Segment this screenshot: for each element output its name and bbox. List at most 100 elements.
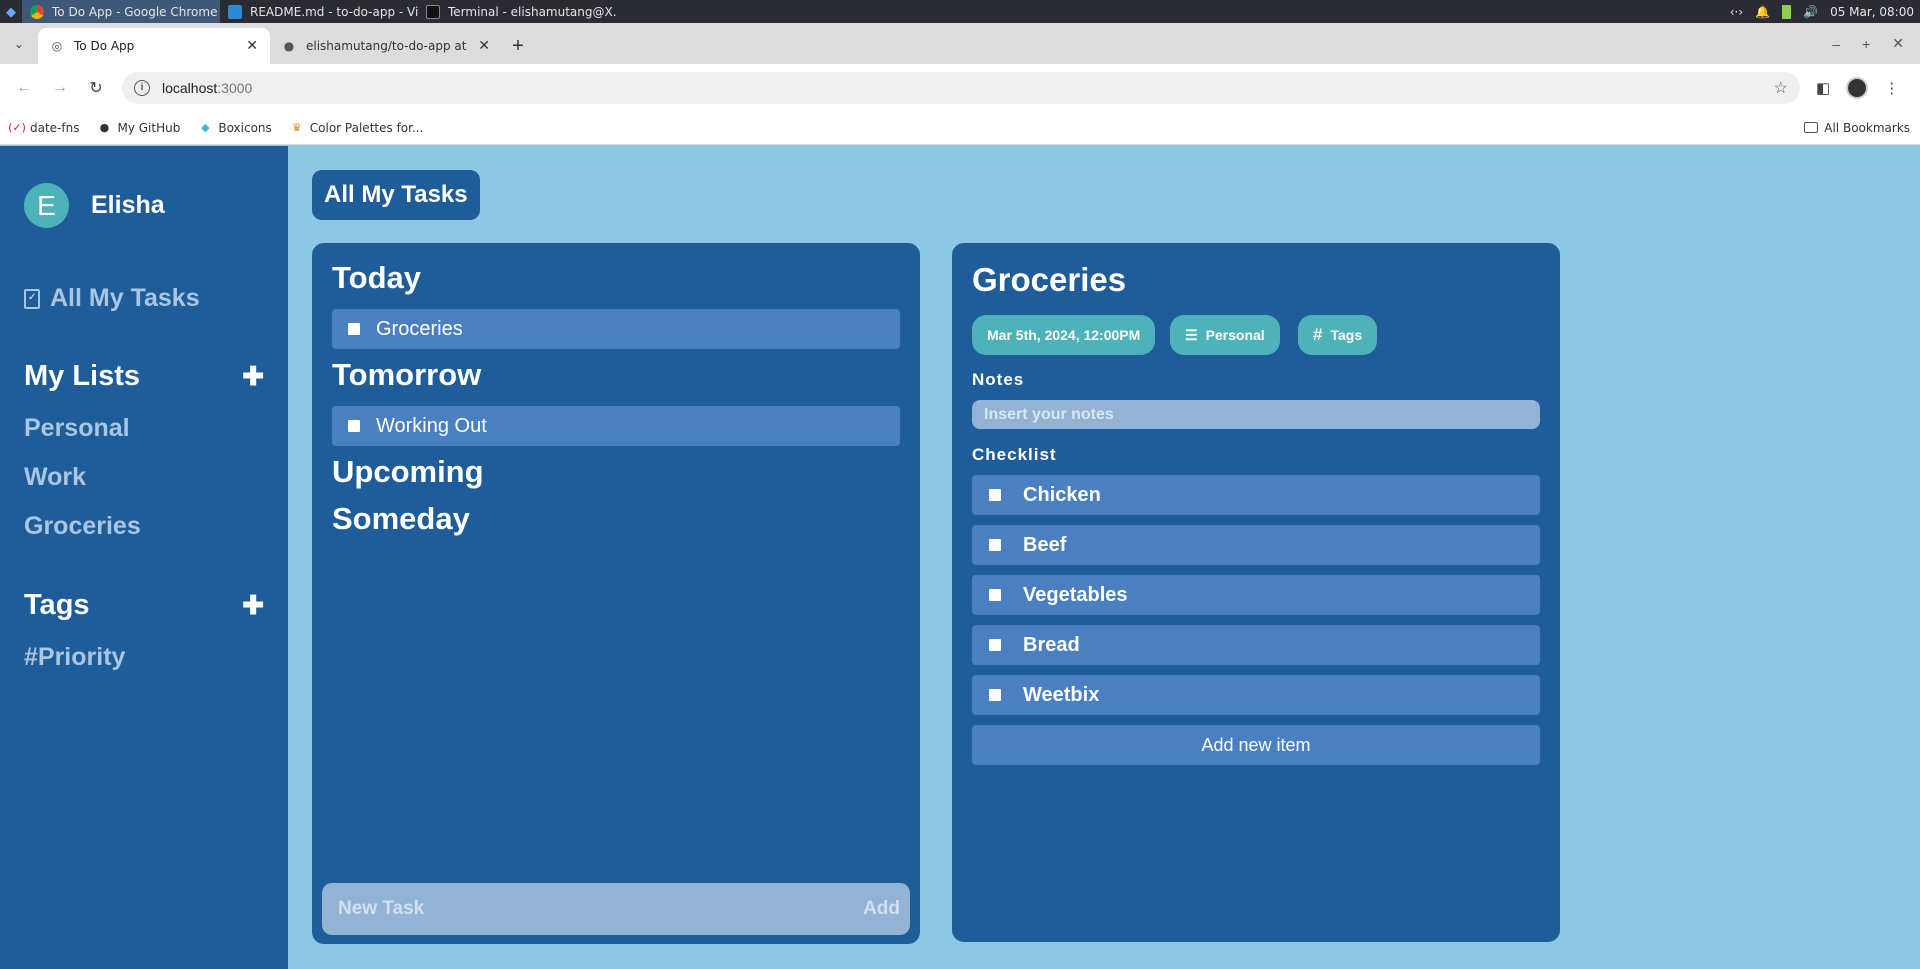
checklist-item[interactable]: Bread [972, 625, 1540, 665]
checklist-checkbox[interactable] [989, 689, 1001, 701]
task-checkbox[interactable] [348, 420, 360, 432]
group-title-upcoming[interactable]: Upcoming [332, 454, 484, 490]
notification-bell-icon[interactable]: 🔔 [1755, 5, 1770, 19]
checklist-item-label: Vegetables [1023, 583, 1128, 606]
globe-icon: ◎ [51, 39, 63, 53]
sidebar-item-tag-priority[interactable]: #Priority [24, 643, 125, 672]
add-list-plus-icon[interactable]: ✚ [242, 361, 264, 392]
add-new-item-button[interactable]: Add new item [972, 725, 1540, 765]
sidebar-item-personal[interactable]: Personal [24, 414, 130, 443]
browser-toolbar: ← → ↻ i localhost:3000 ☆ ◧ ⋮ [0, 64, 1920, 111]
list-bullets-icon: ☰ [1185, 326, 1198, 343]
taskbar-item-vscode[interactable]: README.md - to-do-app - Vi... [220, 0, 418, 23]
site-info-icon[interactable]: i [134, 79, 150, 96]
github-icon: ● [99, 121, 110, 134]
tab-search-chevron-down-icon[interactable]: ⌄ [0, 23, 38, 64]
taskbar-item-label: README.md - to-do-app - Vi... [250, 4, 418, 19]
close-tab-icon[interactable]: ✕ [478, 38, 490, 54]
volume-icon[interactable]: 🔊 [1803, 5, 1818, 19]
bookmark-color-palettes[interactable]: ♛ Color Palettes for... [290, 121, 424, 135]
battery-icon[interactable] [1782, 4, 1792, 19]
task-checkbox[interactable] [348, 323, 360, 335]
bookmark-boxicons[interactable]: ◆ Boxicons [198, 120, 272, 135]
all-bookmarks-label: All Bookmarks [1824, 120, 1910, 135]
checklist-item[interactable]: Beef [972, 525, 1540, 565]
url-port: :3000 [217, 79, 253, 96]
chrome-icon [30, 4, 44, 19]
bookmark-label: My GitHub [117, 120, 181, 135]
boxicons-icon: ◆ [201, 121, 210, 134]
browser-tab-github[interactable]: ● elishamutang/to-do-app at ad ✕ [270, 28, 502, 64]
checklist-item[interactable]: Weetbix [972, 675, 1540, 715]
browser-tab-active[interactable]: ◎ To Do App ✕ [38, 28, 270, 64]
sidebar-item-groceries[interactable]: Groceries [24, 512, 141, 541]
address-bar[interactable]: i localhost:3000 ☆ [122, 71, 1800, 104]
bookmark-label: date-fns [30, 120, 80, 135]
bookmarks-bar: (✓) date-fns ● My GitHub ◆ Boxicons ♛ Co… [0, 111, 1920, 145]
close-window-icon[interactable]: ✕ [1892, 35, 1904, 52]
window-controls: – + ✕ [1832, 23, 1920, 64]
profile-avatar[interactable] [1846, 76, 1869, 99]
bookmark-my-github[interactable]: ● My GitHub [97, 120, 181, 135]
clock[interactable]: 05 Mar, 08:00 [1830, 5, 1914, 19]
task-row-groceries[interactable]: Groceries [332, 309, 900, 349]
all-bookmarks[interactable]: All Bookmarks [1804, 121, 1910, 135]
network-icon[interactable]: ‹·› [1730, 5, 1743, 19]
add-tag-plus-icon[interactable]: ✚ [242, 590, 264, 621]
checklist-item[interactable]: Chicken [972, 475, 1540, 515]
due-date-label: Mar 5th, 2024, 12:00PM [987, 327, 1141, 343]
github-icon: ● [283, 39, 295, 53]
sidebar-item-work[interactable]: Work [24, 463, 86, 492]
checklist-checkbox[interactable] [989, 589, 1001, 601]
user-avatar[interactable]: E [24, 183, 69, 228]
system-tray: ‹·› 🔔 🔊 05 Mar, 08:00 [1730, 4, 1920, 19]
add-task-button[interactable]: Add [863, 898, 900, 920]
user-profile: E Elisha [24, 183, 165, 228]
tags-heading: Tags [24, 589, 90, 621]
detail-title: Groceries [972, 261, 1127, 298]
new-task-input[interactable]: New Task [338, 898, 424, 920]
group-title-someday[interactable]: Someday [332, 501, 470, 537]
checklist-item[interactable]: Vegetables [972, 575, 1540, 615]
sidebar-item-all-tasks[interactable]: All My Tasks [24, 284, 200, 313]
bookmark-date-fns[interactable]: (✓) date-fns [8, 120, 80, 135]
list-chip[interactable]: ☰ Personal [1170, 315, 1280, 355]
bookmark-star-icon[interactable]: ☆ [1774, 78, 1788, 98]
checklist-checkbox[interactable] [989, 489, 1001, 501]
task-label: Groceries [376, 317, 463, 340]
sidebar: E Elisha All My Tasks My Lists ✚ Persona… [0, 146, 288, 969]
side-panel-icon[interactable]: ◧ [1816, 79, 1830, 97]
os-menu-icon[interactable]: ◆ [0, 0, 22, 23]
notes-label: Notes [972, 370, 1025, 389]
checklist-checkbox[interactable] [989, 539, 1001, 551]
tasks-panel: Today Groceries Tomorrow Working Out Upc… [312, 243, 920, 944]
tags-chip[interactable]: # Tags [1298, 315, 1378, 355]
new-task-bar[interactable]: New Task Add [322, 883, 910, 935]
checklist-item-label: Chicken [1023, 483, 1101, 506]
group-title-today: Today [332, 260, 421, 295]
browser-tab-strip: ⌄ ◎ To Do App ✕ ● elishamutang/to-do-app… [0, 23, 1920, 64]
my-lists-heading: My Lists [24, 360, 141, 392]
taskbar-item-chrome[interactable]: To Do App - Google Chrome [22, 0, 220, 23]
minimize-icon[interactable]: – [1832, 36, 1840, 52]
checklist-item-label: Weetbix [1023, 683, 1100, 706]
sidebar-item-label: All My Tasks [50, 284, 200, 312]
menu-kebab-icon[interactable]: ⋮ [1884, 79, 1899, 97]
forward-arrow-icon[interactable]: → [42, 70, 78, 106]
due-date-chip[interactable]: Mar 5th, 2024, 12:00PM [972, 315, 1156, 355]
notes-input[interactable] [972, 400, 1540, 429]
checklist-checkbox[interactable] [989, 639, 1001, 651]
hashtag-icon: # [1313, 325, 1323, 344]
task-row-working-out[interactable]: Working Out [332, 406, 900, 446]
maximize-icon[interactable]: + [1862, 36, 1870, 52]
reload-icon[interactable]: ↻ [78, 70, 114, 106]
date-fns-icon: (✓) [8, 121, 26, 134]
bookmark-label: Boxicons [218, 120, 272, 135]
new-tab-plus-icon[interactable]: + [502, 28, 534, 64]
back-arrow-icon[interactable]: ← [6, 70, 42, 106]
checklist-label: Checklist [972, 445, 1057, 464]
close-tab-icon[interactable]: ✕ [246, 38, 258, 54]
vscode-icon [228, 4, 242, 19]
task-detail-panel: Groceries Mar 5th, 2024, 12:00PM ☰ Perso… [952, 243, 1560, 942]
taskbar-item-terminal[interactable]: Terminal - elishamutang@X... [418, 0, 616, 23]
